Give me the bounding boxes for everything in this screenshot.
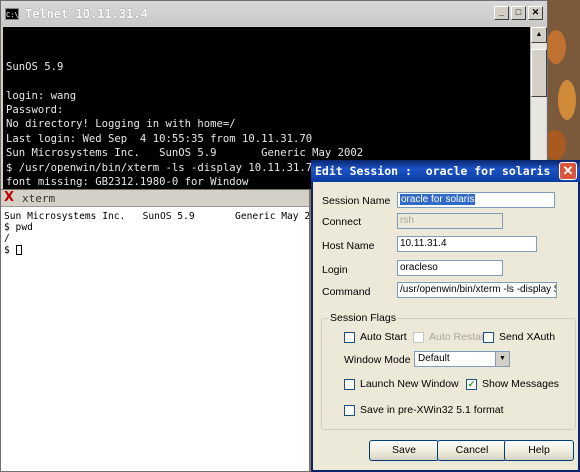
window-mode-select[interactable]: Default ▼ (414, 351, 510, 367)
text-cursor (15, 244, 22, 255)
close-button[interactable]: ✕ (528, 6, 543, 20)
window-mode-value: Default (418, 353, 450, 364)
show-messages-label: Show Messages (482, 378, 560, 390)
dialog-close-button[interactable]: ✕ (559, 162, 577, 180)
terminal-line: No directory! Logging in with home=/ (6, 118, 236, 131)
terminal-line: login: wang (6, 89, 77, 102)
xterm-titlebar[interactable]: X xterm (1, 190, 309, 207)
xterm-title: xterm (22, 191, 56, 205)
x-logo-icon: X (4, 190, 15, 205)
help-button[interactable]: Help (504, 440, 574, 461)
command-field[interactable]: /usr/openwin/bin/xterm -ls -display $MY (397, 282, 557, 298)
telnet-title: Telnet 10.11.31.4 (25, 6, 148, 21)
cancel-button[interactable]: Cancel (437, 440, 507, 461)
window-mode-label: Window Mode (344, 354, 411, 366)
auto-restart-label: Auto Restart (429, 331, 488, 343)
dialog-title: Edit Session : oracle for solaris (315, 164, 551, 178)
xterm-prompt: $ (4, 244, 16, 256)
auto-start-label: Auto Start (360, 331, 407, 343)
save-pre-format-label: Save in pre-XWin32 5.1 format (360, 404, 504, 416)
telnet-window-controls: _ □ ✕ (494, 6, 543, 20)
checkbox-box (344, 378, 355, 390)
checkbox-box (344, 404, 355, 416)
terminal-line: SunOS 5.9 (6, 60, 64, 73)
command-label: Command (322, 286, 371, 298)
session-name-value: oracle for solaris (400, 194, 476, 205)
connect-field: rsh (397, 213, 503, 229)
maximize-button[interactable]: □ (511, 6, 526, 20)
send-xauth-checkbox[interactable]: Send XAuth (483, 331, 555, 343)
show-messages-checkbox[interactable]: ✓ Show Messages (466, 378, 559, 390)
scroll-up-icon[interactable]: ▲ (531, 27, 547, 43)
save-pre-format-checkbox[interactable]: Save in pre-XWin32 5.1 format (344, 404, 504, 416)
dialog-titlebar[interactable]: Edit Session : oracle for solaris ✕ (311, 160, 580, 182)
edit-session-dialog: Edit Session : oracle for solaris ✕ Sess… (311, 160, 580, 472)
check-icon: ✓ (466, 378, 477, 390)
login-field[interactable]: oracleso (397, 260, 503, 276)
launch-new-window-label: Launch New Window (360, 378, 459, 390)
terminal-line: Sun Microsystems Inc. SunOS 5.9 Generic … (6, 147, 364, 160)
send-xauth-label: Send XAuth (499, 331, 556, 343)
terminal-line: Password: (6, 104, 64, 117)
terminal-line: Last login: Wed Sep 4 10:55:35 from 10.1… (6, 132, 313, 145)
minimize-button[interactable]: _ (494, 6, 509, 20)
host-name-label: Host Name (322, 240, 375, 252)
session-name-label: Session Name (322, 195, 391, 207)
checkbox-box (413, 331, 424, 343)
session-flags-title: Session Flags (328, 312, 398, 324)
xterm-window: X xterm Sun Microsystems Inc. SunOS 5.9 … (0, 189, 310, 472)
console-icon: C:\ (5, 7, 19, 20)
scroll-thumb[interactable] (531, 49, 547, 97)
checkbox-box (344, 331, 355, 343)
telnet-titlebar[interactable]: C:\ Telnet 10.11.31.4 _ □ ✕ (1, 1, 547, 26)
connect-label: Connect (322, 216, 362, 228)
xterm-terminal-output[interactable]: Sun Microsystems Inc. SunOS 5.9 Generic … (1, 208, 309, 470)
session-flags-group: Session Flags Auto Start Auto Restart Se… (321, 312, 576, 430)
chevron-down-icon[interactable]: ▼ (495, 352, 509, 366)
login-label: Login (322, 264, 348, 276)
host-name-field[interactable]: 10.11.31.4 (397, 236, 537, 252)
save-button[interactable]: Save (369, 440, 439, 461)
launch-new-window-checkbox[interactable]: Launch New Window (344, 378, 459, 390)
xterm-lines: Sun Microsystems Inc. SunOS 5.9 Generic … (4, 211, 309, 245)
auto-start-checkbox[interactable]: Auto Start (344, 331, 407, 343)
session-name-field[interactable]: oracle for solaris (397, 192, 555, 208)
auto-restart-checkbox: Auto Restart (413, 331, 487, 343)
checkbox-box (483, 331, 494, 343)
